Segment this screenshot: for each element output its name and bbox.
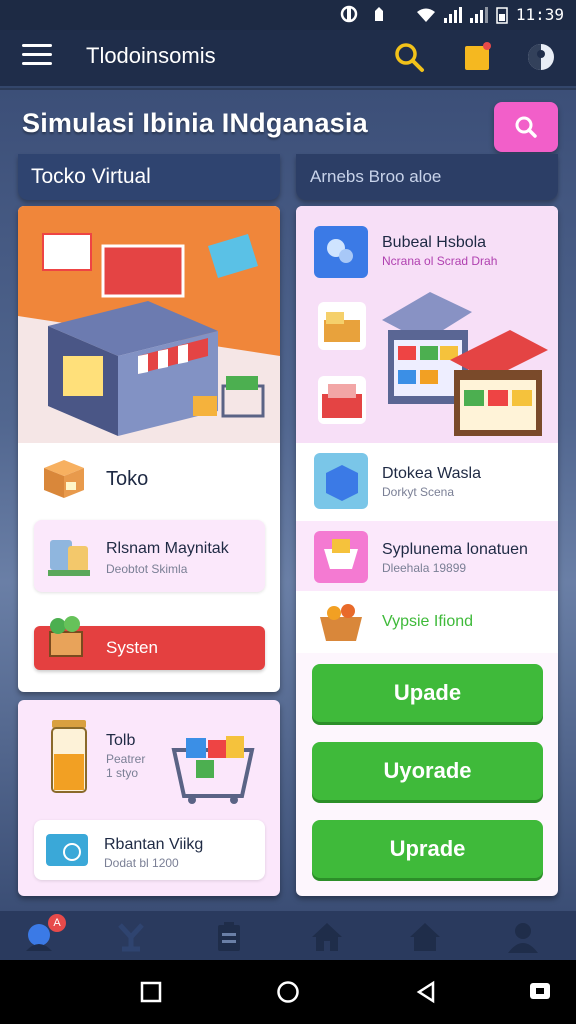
bundle-icon — [314, 226, 368, 278]
trophy-nav-icon[interactable] — [114, 921, 148, 953]
box-icon — [44, 460, 84, 498]
back-icon[interactable] — [414, 980, 438, 1004]
app-title: Tlodoinsomis — [86, 43, 216, 68]
tab-toko-virtual[interactable]: Tocko Virtual — [18, 154, 280, 200]
wifi-icon — [416, 8, 435, 22]
item-title: Tolb — [106, 732, 136, 749]
item-subtitle: Dleehala 19899 — [382, 561, 467, 575]
tab-secondary-label: Arnebs Broo aloe — [310, 167, 442, 186]
store-nav-icon[interactable] — [408, 921, 442, 953]
bottom-nav — [0, 910, 576, 960]
keyboard-icon[interactable] — [528, 980, 552, 1004]
item-subtitle: Deobtot Skimla — [106, 562, 188, 576]
search-icon — [515, 116, 537, 138]
list-item[interactable]: Vypsie Ifiond — [296, 591, 558, 653]
note-icon[interactable] — [460, 40, 494, 74]
item-subtitle: Dorkyt Scena — [382, 485, 455, 499]
search-button[interactable] — [494, 102, 558, 152]
home-nav-icon[interactable] — [310, 921, 344, 953]
menu-icon[interactable] — [22, 44, 52, 66]
battery-icon — [496, 6, 508, 24]
page-title: Simulasi Ibinia INdganasia — [22, 108, 368, 138]
search-icon[interactable] — [392, 40, 426, 74]
crate-icon — [318, 302, 366, 350]
recents-icon[interactable] — [139, 980, 163, 1004]
status-bar: 11:39 — [0, 0, 576, 30]
store-card: Toko Rlsnam Maynitak Deobtot Skimla Syst… — [18, 206, 280, 692]
store-illustration — [18, 206, 280, 443]
crate-icon — [49, 616, 83, 657]
item-subtitle: Dodat bl 1200 — [104, 856, 179, 870]
store-label: Toko — [106, 468, 149, 490]
upgrade-button-1[interactable]: Upade — [312, 664, 543, 722]
basket-icon — [171, 736, 255, 804]
list-item[interactable]: Dtokea Wasla Dorkyt Scena — [296, 443, 558, 521]
tab-secondary[interactable]: Arnebs Broo aloe — [296, 154, 558, 200]
app-header: Tlodoinsomis — [0, 30, 576, 88]
system-button[interactable]: Systen — [34, 616, 265, 670]
list-item[interactable]: Rbantan Viikg Dodat bl 1200 — [34, 820, 265, 880]
sync-icon — [340, 5, 358, 23]
system-button-label: Systen — [106, 638, 158, 657]
item-line3: 1 styo — [106, 766, 139, 780]
drinks-card: Tolb Peatrer 1 styo Rbantan Viikg Dodat … — [18, 700, 280, 896]
upgrade-button-2[interactable]: Uyorade — [312, 742, 543, 800]
upgrade-card: Bubeal Hsbola Ncrana ol Scrad Drah Dtoke… — [296, 206, 558, 896]
item-title: Vypsie Ifiond — [382, 613, 474, 630]
upgrade-button-3[interactable]: Uprade — [312, 820, 543, 878]
list-item[interactable]: Syplunema lonatuen Dleehala 19899 — [296, 521, 558, 591]
signal2-icon — [469, 6, 488, 23]
item-line2: Peatrer — [106, 752, 146, 766]
profile-nav-icon[interactable] — [506, 921, 540, 953]
signal-icon — [443, 6, 462, 23]
item-title: Dtokea Wasla — [382, 465, 481, 482]
food-basket-icon — [320, 604, 362, 641]
home-button-icon[interactable] — [276, 980, 300, 1004]
juice-icon — [51, 720, 87, 793]
jar-icon — [48, 540, 90, 576]
item-subtitle: Ncrana ol Scrad Drah — [382, 254, 498, 268]
item-title: Rbantan Viikg — [104, 836, 204, 853]
cube-icon — [314, 453, 368, 509]
card-icon — [46, 834, 88, 866]
clock: 11:39 — [515, 5, 564, 24]
item-title: Syplunema lonatuen — [382, 541, 528, 558]
notification-badge: A — [48, 914, 66, 932]
item-title: Rlsnam Maynitak — [106, 540, 229, 557]
market-stalls-illustration — [382, 292, 548, 436]
notification-icon — [375, 7, 383, 21]
list-item[interactable]: Rlsnam Maynitak Deobtot Skimla — [34, 520, 265, 592]
clipboard-nav-icon[interactable] — [212, 921, 246, 953]
profile-icon[interactable] — [524, 40, 558, 74]
cart-icon — [314, 531, 368, 583]
chest-icon — [318, 376, 366, 424]
system-nav-bar — [0, 960, 576, 1024]
item-title: Bubeal Hsbola — [382, 234, 487, 251]
